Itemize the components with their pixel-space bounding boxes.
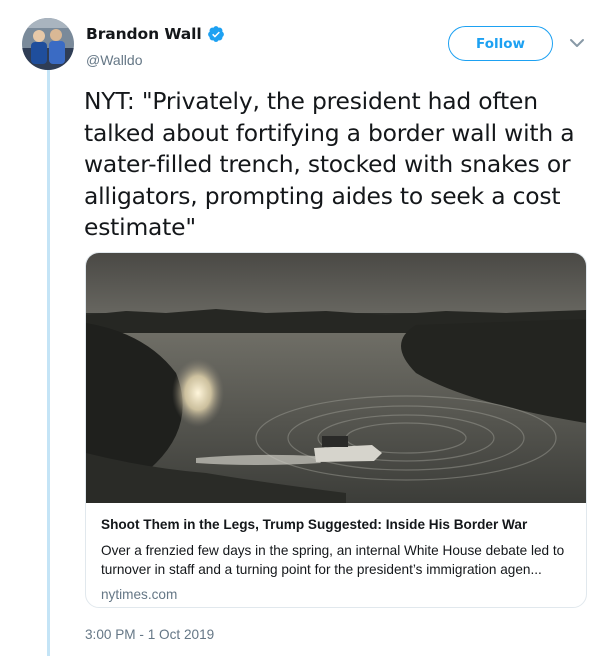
tweet-timestamp[interactable]: 3:00 PM - 1 Oct 2019 bbox=[85, 627, 214, 642]
card-title: Shoot Them in the Legs, Trump Suggested:… bbox=[101, 517, 528, 532]
card-image bbox=[86, 253, 586, 503]
thread-line bbox=[47, 64, 50, 656]
avatar[interactable] bbox=[22, 18, 74, 70]
tweet-text: NYT: "Privately, the president had often… bbox=[84, 87, 575, 241]
chevron-down-icon[interactable] bbox=[568, 34, 586, 52]
follow-button[interactable]: Follow bbox=[448, 26, 553, 61]
user-handle[interactable]: @Walldo bbox=[86, 52, 225, 68]
user-info: Brandon Wall @Walldo bbox=[86, 24, 225, 68]
verified-badge-icon bbox=[207, 25, 225, 43]
display-name[interactable]: Brandon Wall bbox=[86, 25, 202, 43]
card-description: Over a frenzied few days in the spring, … bbox=[101, 543, 565, 577]
link-card[interactable]: Shoot Them in the Legs, Trump Suggested:… bbox=[85, 252, 587, 608]
card-domain: nytimes.com bbox=[101, 587, 178, 602]
card-body: Shoot Them in the Legs, Trump Suggested:… bbox=[86, 504, 586, 604]
